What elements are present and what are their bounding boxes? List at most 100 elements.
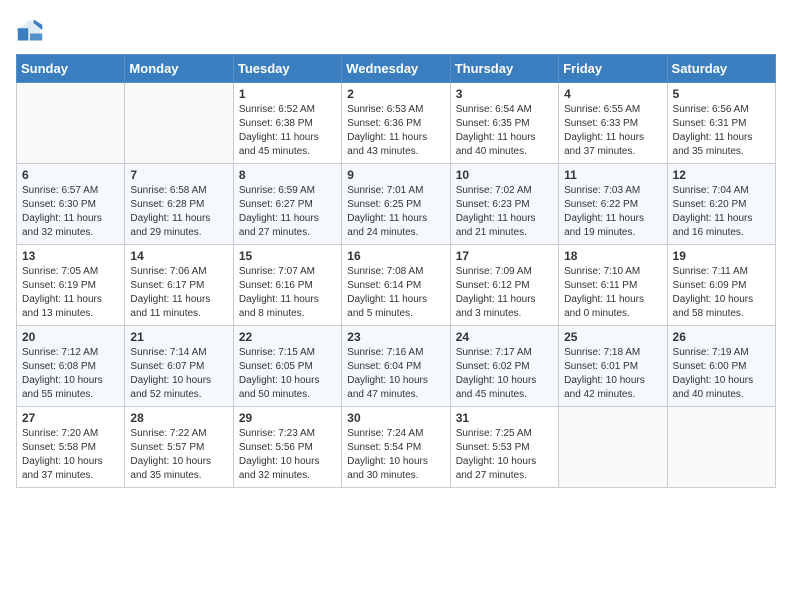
day-info: Sunrise: 7:20 AM Sunset: 5:58 PM Dayligh… (22, 427, 119, 483)
day-info: Sunrise: 7:19 AM Sunset: 6:00 PM Dayligh… (673, 346, 770, 402)
day-number: 13 (22, 249, 119, 263)
weekday-header: Friday (559, 55, 667, 83)
logo (16, 16, 48, 44)
day-number: 16 (347, 249, 444, 263)
calendar-cell (17, 83, 125, 164)
calendar-cell: 29 Sunrise: 7:23 AM Sunset: 5:56 PM Dayli… (233, 407, 341, 488)
day-info: Sunrise: 7:23 AM Sunset: 5:56 PM Dayligh… (239, 427, 336, 483)
day-number: 27 (22, 411, 119, 425)
day-info: Sunrise: 6:57 AM Sunset: 6:30 PM Dayligh… (22, 184, 119, 240)
calendar-cell: 3 Sunrise: 6:54 AM Sunset: 6:35 PM Daylig… (450, 83, 558, 164)
day-info: Sunrise: 7:03 AM Sunset: 6:22 PM Dayligh… (564, 184, 661, 240)
day-number: 10 (456, 168, 553, 182)
page-header (16, 16, 776, 44)
calendar-cell: 14Sunrise: 7:06 AM Sunset: 6:17 PM Dayli… (125, 245, 233, 326)
calendar-week-row: 6 Sunrise: 6:57 AM Sunset: 6:30 PM Daylig… (17, 164, 776, 245)
day-info: Sunrise: 6:58 AM Sunset: 6:28 PM Dayligh… (130, 184, 227, 240)
day-info: Sunrise: 7:05 AM Sunset: 6:19 PM Dayligh… (22, 265, 119, 321)
day-number: 4 (564, 87, 661, 101)
day-number: 18 (564, 249, 661, 263)
calendar-header: SundayMondayTuesdayWednesdayThursdayFrid… (17, 55, 776, 83)
calendar-cell: 15Sunrise: 7:07 AM Sunset: 6:16 PM Dayli… (233, 245, 341, 326)
day-number: 28 (130, 411, 227, 425)
day-number: 23 (347, 330, 444, 344)
weekday-header: Wednesday (342, 55, 450, 83)
weekday-header: Tuesday (233, 55, 341, 83)
day-info: Sunrise: 7:25 AM Sunset: 5:53 PM Dayligh… (456, 427, 553, 483)
calendar-cell: 20 Sunrise: 7:12 AM Sunset: 6:08 PM Dayli… (17, 326, 125, 407)
day-info: Sunrise: 6:56 AM Sunset: 6:31 PM Dayligh… (673, 103, 770, 159)
day-number: 2 (347, 87, 444, 101)
day-info: Sunrise: 6:55 AM Sunset: 6:33 PM Dayligh… (564, 103, 661, 159)
calendar-cell: 6 Sunrise: 6:57 AM Sunset: 6:30 PM Daylig… (17, 164, 125, 245)
calendar-cell: 19Sunrise: 7:11 AM Sunset: 6:09 PM Dayli… (667, 245, 775, 326)
calendar-cell: 2 Sunrise: 6:53 AM Sunset: 6:36 PM Daylig… (342, 83, 450, 164)
day-info: Sunrise: 7:02 AM Sunset: 6:23 PM Dayligh… (456, 184, 553, 240)
day-number: 20 (22, 330, 119, 344)
calendar-cell (125, 83, 233, 164)
calendar-cell: 12 Sunrise: 7:04 AM Sunset: 6:20 PM Dayli… (667, 164, 775, 245)
day-number: 26 (673, 330, 770, 344)
day-number: 7 (130, 168, 227, 182)
calendar-cell: 8 Sunrise: 6:59 AM Sunset: 6:27 PM Daylig… (233, 164, 341, 245)
calendar-week-row: 20 Sunrise: 7:12 AM Sunset: 6:08 PM Dayli… (17, 326, 776, 407)
day-number: 1 (239, 87, 336, 101)
weekday-header: Thursday (450, 55, 558, 83)
day-number: 25 (564, 330, 661, 344)
day-number: 21 (130, 330, 227, 344)
day-info: Sunrise: 7:24 AM Sunset: 5:54 PM Dayligh… (347, 427, 444, 483)
calendar-table: SundayMondayTuesdayWednesdayThursdayFrid… (16, 54, 776, 488)
day-info: Sunrise: 7:16 AM Sunset: 6:04 PM Dayligh… (347, 346, 444, 402)
calendar-week-row: 13 Sunrise: 7:05 AM Sunset: 6:19 PM Dayli… (17, 245, 776, 326)
calendar-cell: 4 Sunrise: 6:55 AM Sunset: 6:33 PM Daylig… (559, 83, 667, 164)
day-info: Sunrise: 6:53 AM Sunset: 6:36 PM Dayligh… (347, 103, 444, 159)
weekday-header: Sunday (17, 55, 125, 83)
day-info: Sunrise: 7:14 AM Sunset: 6:07 PM Dayligh… (130, 346, 227, 402)
calendar-cell: 10 Sunrise: 7:02 AM Sunset: 6:23 PM Dayli… (450, 164, 558, 245)
day-number: 30 (347, 411, 444, 425)
day-info: Sunrise: 7:22 AM Sunset: 5:57 PM Dayligh… (130, 427, 227, 483)
day-info: Sunrise: 7:09 AM Sunset: 6:12 PM Dayligh… (456, 265, 553, 321)
day-number: 31 (456, 411, 553, 425)
day-number: 22 (239, 330, 336, 344)
calendar-cell: 13 Sunrise: 7:05 AM Sunset: 6:19 PM Dayli… (17, 245, 125, 326)
day-info: Sunrise: 7:01 AM Sunset: 6:25 PM Dayligh… (347, 184, 444, 240)
weekday-header: Monday (125, 55, 233, 83)
day-info: Sunrise: 7:04 AM Sunset: 6:20 PM Dayligh… (673, 184, 770, 240)
day-number: 12 (673, 168, 770, 182)
day-info: Sunrise: 7:08 AM Sunset: 6:14 PM Dayligh… (347, 265, 444, 321)
calendar-cell: 18 Sunrise: 7:10 AM Sunset: 6:11 PM Dayli… (559, 245, 667, 326)
calendar-cell: 28 Sunrise: 7:22 AM Sunset: 5:57 PM Dayli… (125, 407, 233, 488)
day-number: 11 (564, 168, 661, 182)
day-info: Sunrise: 7:10 AM Sunset: 6:11 PM Dayligh… (564, 265, 661, 321)
day-number: 24 (456, 330, 553, 344)
day-info: Sunrise: 7:15 AM Sunset: 6:05 PM Dayligh… (239, 346, 336, 402)
calendar-cell: 7 Sunrise: 6:58 AM Sunset: 6:28 PM Daylig… (125, 164, 233, 245)
day-number: 9 (347, 168, 444, 182)
day-info: Sunrise: 6:54 AM Sunset: 6:35 PM Dayligh… (456, 103, 553, 159)
day-info: Sunrise: 7:12 AM Sunset: 6:08 PM Dayligh… (22, 346, 119, 402)
calendar-cell (667, 407, 775, 488)
calendar-week-row: 27 Sunrise: 7:20 AM Sunset: 5:58 PM Dayli… (17, 407, 776, 488)
day-number: 3 (456, 87, 553, 101)
calendar-cell (559, 407, 667, 488)
calendar-cell: 21 Sunrise: 7:14 AM Sunset: 6:07 PM Dayli… (125, 326, 233, 407)
calendar-cell: 1 Sunrise: 6:52 AM Sunset: 6:38 PM Daylig… (233, 83, 341, 164)
day-info: Sunrise: 6:59 AM Sunset: 6:27 PM Dayligh… (239, 184, 336, 240)
calendar-cell: 27 Sunrise: 7:20 AM Sunset: 5:58 PM Dayli… (17, 407, 125, 488)
weekday-header: Saturday (667, 55, 775, 83)
calendar-cell: 24Sunrise: 7:17 AM Sunset: 6:02 PM Dayli… (450, 326, 558, 407)
calendar-cell: 23 Sunrise: 7:16 AM Sunset: 6:04 PM Dayli… (342, 326, 450, 407)
day-info: Sunrise: 7:18 AM Sunset: 6:01 PM Dayligh… (564, 346, 661, 402)
day-number: 6 (22, 168, 119, 182)
calendar-cell: 26 Sunrise: 7:19 AM Sunset: 6:00 PM Dayli… (667, 326, 775, 407)
day-info: Sunrise: 6:52 AM Sunset: 6:38 PM Dayligh… (239, 103, 336, 159)
day-number: 5 (673, 87, 770, 101)
calendar-cell: 22 Sunrise: 7:15 AM Sunset: 6:05 PM Dayli… (233, 326, 341, 407)
day-info: Sunrise: 7:06 AM Sunset: 6:17 PM Dayligh… (130, 265, 227, 321)
calendar-cell: 5 Sunrise: 6:56 AM Sunset: 6:31 PM Daylig… (667, 83, 775, 164)
calendar-week-row: 1 Sunrise: 6:52 AM Sunset: 6:38 PM Daylig… (17, 83, 776, 164)
calendar-cell: 25 Sunrise: 7:18 AM Sunset: 6:01 PM Dayli… (559, 326, 667, 407)
day-number: 29 (239, 411, 336, 425)
day-number: 8 (239, 168, 336, 182)
